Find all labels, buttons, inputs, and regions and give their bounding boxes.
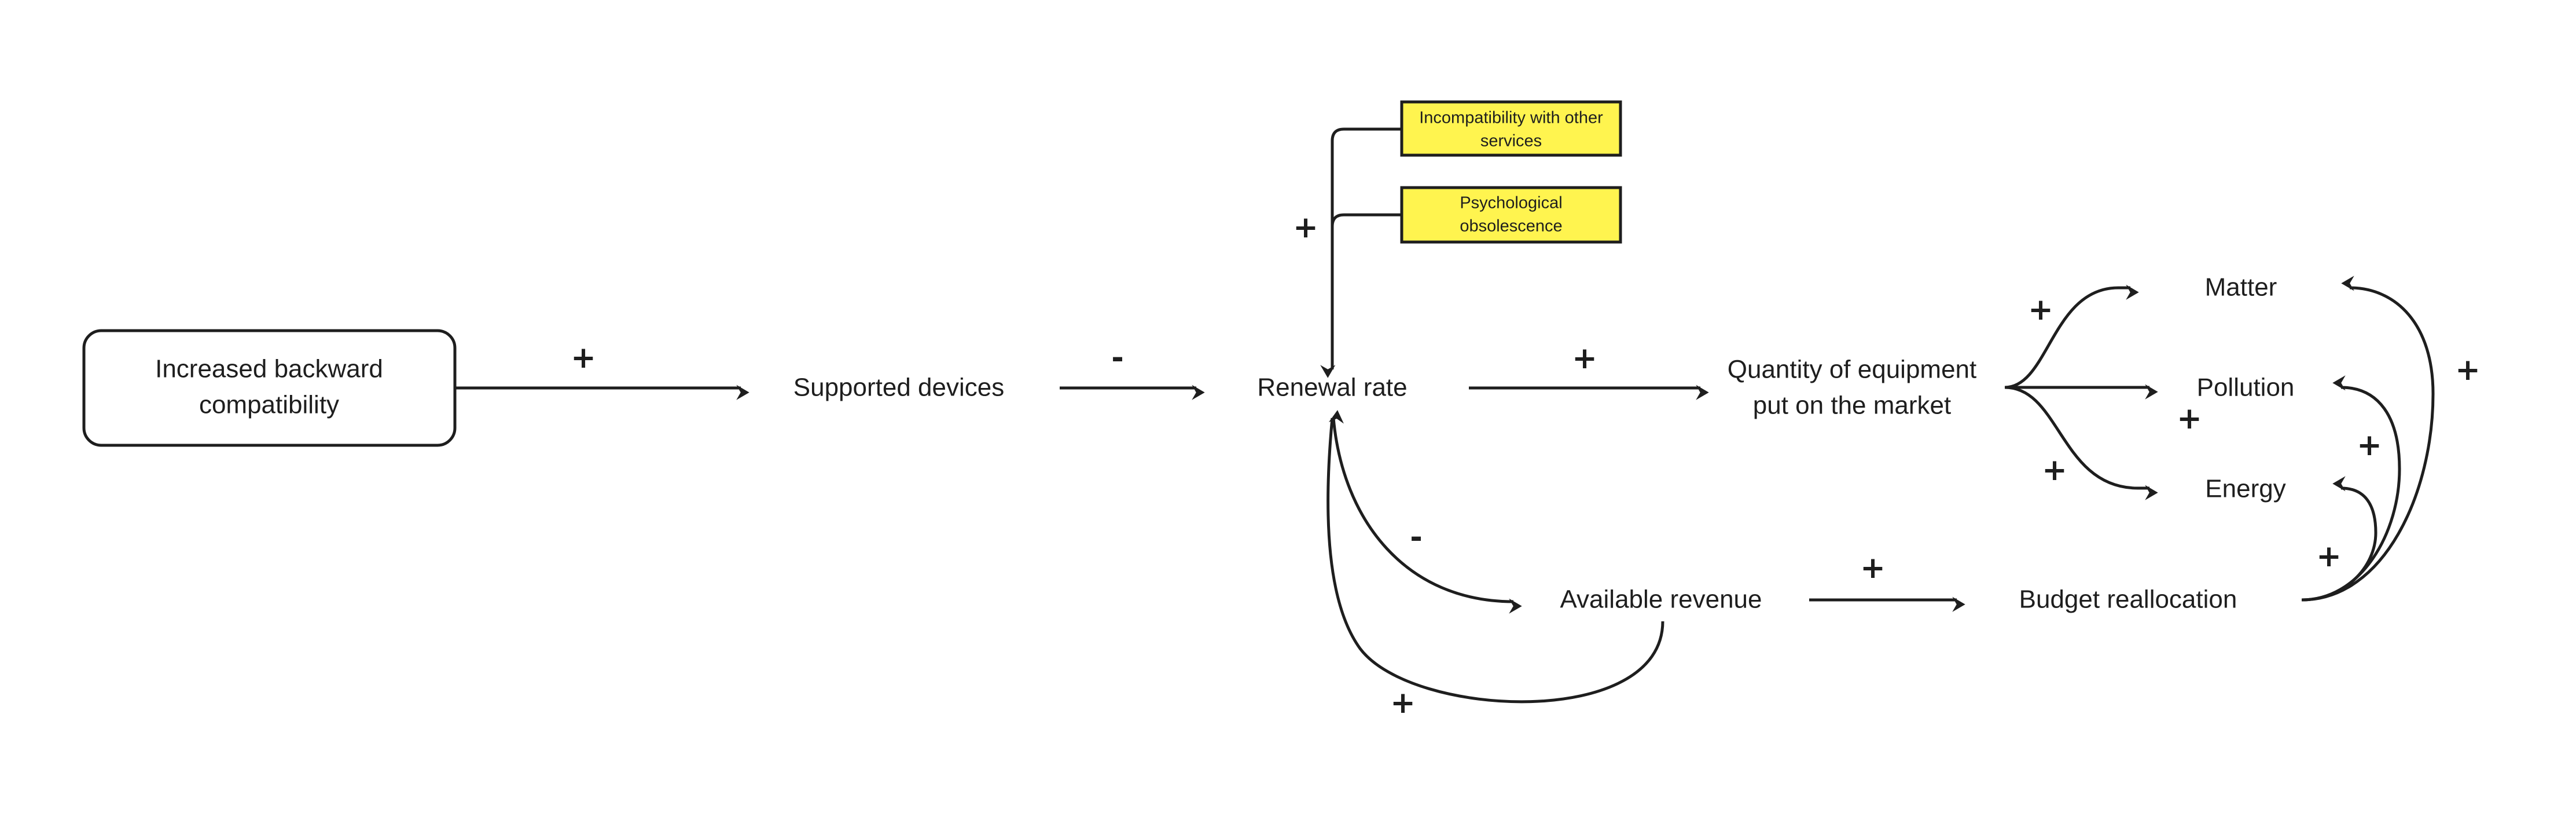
svg-text:Psychological: Psychological <box>1460 194 1562 213</box>
node-available-revenue[interactable]: Available revenue <box>1560 585 1762 614</box>
polarity-revenue-to-renewal: + <box>1390 686 1416 720</box>
svg-text:Incompatibility with other: Incompatibility with other <box>1419 109 1603 127</box>
edge-revenue-to-renewal <box>1326 410 1664 704</box>
edge-quantity-to-matter <box>2004 284 2139 389</box>
node-supported-devices[interactable]: Supported devices <box>793 373 1004 402</box>
causal-loop-diagram: Increased backward compatibility Support… <box>82 100 2481 720</box>
note-incompatibility-with-other-services[interactable]: Incompatibility with other services <box>1400 100 1622 157</box>
polarity-notes-to-renewal: + <box>1293 210 1318 245</box>
svg-text:services: services <box>1480 132 1542 151</box>
polarity-quantity-to-energy: + <box>2042 453 2067 488</box>
node-matter[interactable]: Matter <box>2205 273 2277 302</box>
polarity-budget-to-matter: + <box>2455 353 2481 387</box>
polarity-quantity-to-matter: + <box>2028 292 2053 327</box>
svg-text:Increased backward: Increased backward <box>155 355 383 383</box>
node-increased-backward-compatibility[interactable]: Increased backward compatibility <box>82 329 457 447</box>
polarity-renewal-to-quantity: + <box>1572 341 1597 376</box>
node-quantity-of-equipment[interactable]: Quantity of equipment put on the market <box>1728 356 1976 420</box>
svg-text:put on the market: put on the market <box>1753 391 1951 420</box>
node-renewal-rate[interactable]: Renewal rate <box>1257 373 1407 402</box>
edge-note2-connector <box>1331 213 1401 227</box>
polarity-quantity-to-pollution: + <box>2177 401 2202 436</box>
edge-quantity-to-energy <box>2004 386 2158 500</box>
polarity-supported-to-renewal: - <box>1111 340 1124 375</box>
svg-text:obsolescence: obsolescence <box>1460 217 1562 236</box>
polarity-renewal-to-revenue: - <box>1410 520 1423 555</box>
node-budget-reallocation[interactable]: Budget reallocation <box>2019 585 2237 614</box>
polarity-compat-to-supported: + <box>571 340 596 375</box>
note-psychological-obsolescence[interactable]: Psychological obsolescence <box>1400 186 1622 244</box>
node-energy[interactable]: Energy <box>2205 475 2285 503</box>
polarity-budget-to-energy: + <box>2316 539 2342 574</box>
edge-renewal-to-revenue <box>1332 418 1522 614</box>
svg-text:Quantity of equipment: Quantity of equipment <box>1728 356 1976 384</box>
polarity-revenue-to-budget: + <box>1860 551 1886 585</box>
node-pollution[interactable]: Pollution <box>2197 373 2295 402</box>
svg-text:compatibility: compatibility <box>199 391 339 419</box>
edge-notes-to-renewal <box>1320 127 1401 378</box>
polarity-budget-to-pollution: + <box>2357 428 2382 463</box>
